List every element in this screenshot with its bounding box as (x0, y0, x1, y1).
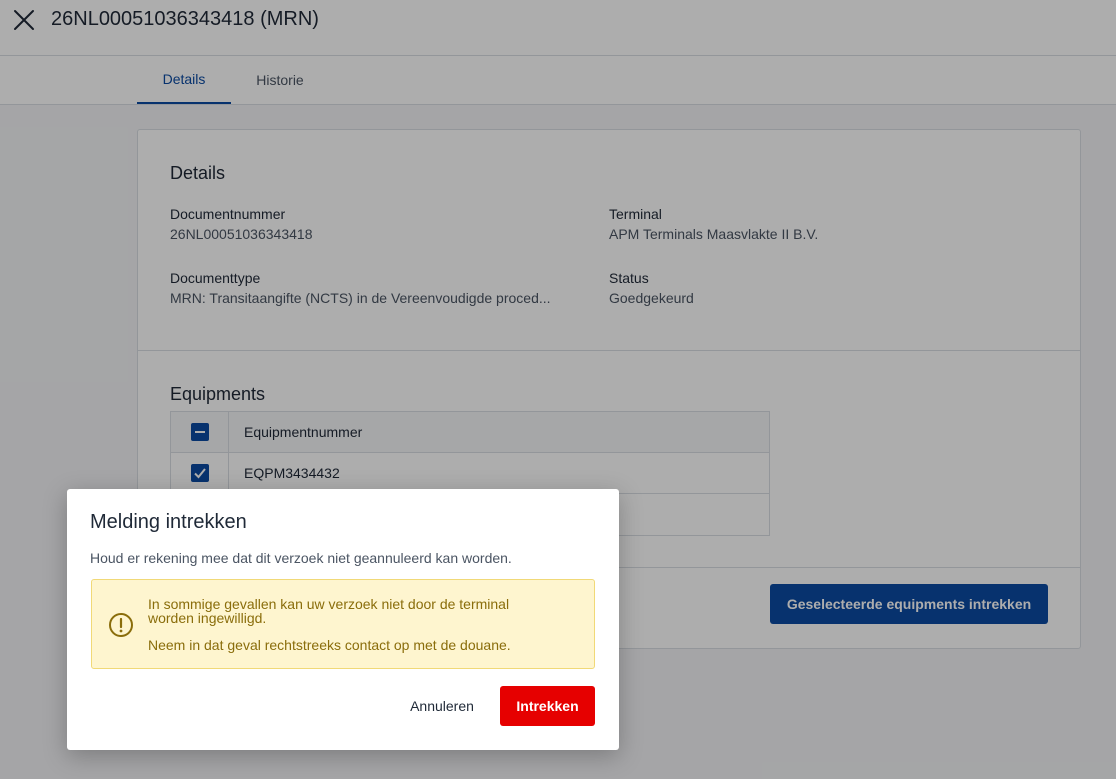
warning-alert: In sommige gevallen kan uw verzoek niet … (91, 579, 595, 669)
cancel-button[interactable]: Annuleren (397, 686, 487, 726)
warning-circle-icon (109, 613, 133, 637)
alert-line-3: Neem in dat geval rechtstreeks contact o… (148, 637, 511, 653)
alert-line-1: In sommige gevallen kan uw verzoek niet … (148, 596, 510, 612)
dialog-message: Houd er rekening mee dat dit verzoek nie… (90, 550, 512, 566)
withdraw-dialog: Melding intrekken Houd er rekening mee d… (67, 489, 619, 750)
dialog-title: Melding intrekken (90, 511, 247, 533)
confirm-withdraw-button[interactable]: Intrekken (500, 686, 595, 726)
alert-line-2: worden ingewilligd. (148, 610, 267, 626)
